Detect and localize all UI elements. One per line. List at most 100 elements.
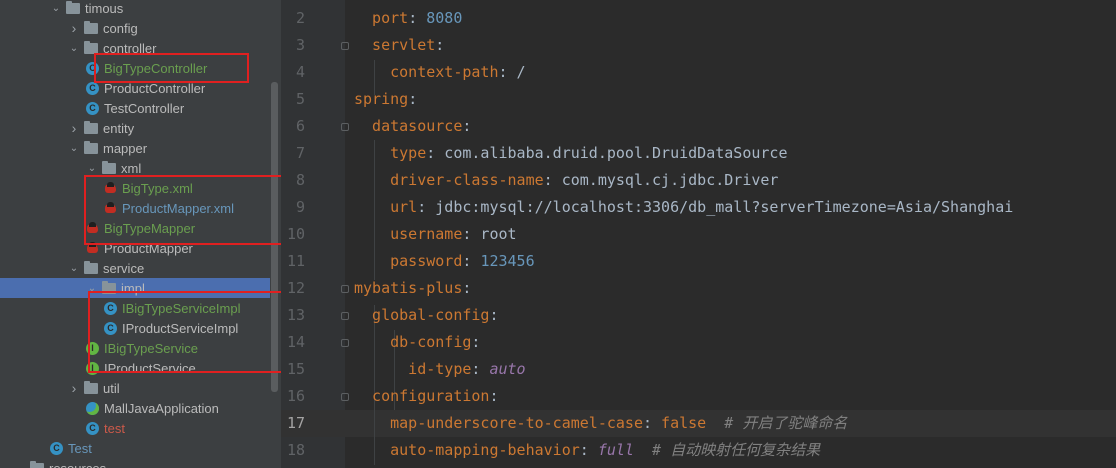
tree-item-label: impl xyxy=(121,280,145,296)
fold-marker-icon[interactable] xyxy=(341,123,349,131)
code-token: db-config xyxy=(354,333,472,351)
line-number: 9 xyxy=(295,198,305,216)
code-token: password xyxy=(354,252,463,270)
chevron-right-icon[interactable]: › xyxy=(68,120,80,136)
code-token: : xyxy=(489,387,499,405)
code-line[interactable]: password: 123456 xyxy=(354,248,535,275)
code-token: id-type xyxy=(354,360,472,378)
fold-marker-icon[interactable] xyxy=(341,42,349,50)
spring-app-icon xyxy=(86,401,99,415)
folder-icon xyxy=(84,20,98,34)
code-token: : xyxy=(408,9,427,27)
tree-item-label: MallJavaApplication xyxy=(104,400,219,416)
tree-item-config[interactable]: › config xyxy=(0,18,270,38)
folder-icon xyxy=(84,140,98,154)
project-tree: ⌄ timous › config ⌄ controller C BigTypeControl… xyxy=(0,0,281,468)
folder-icon xyxy=(30,460,44,468)
chevron-right-icon[interactable]: › xyxy=(68,380,80,396)
line-number: 17 xyxy=(286,414,305,432)
tree-item-label: entity xyxy=(103,120,135,136)
code-line[interactable]: context-path: / xyxy=(354,59,525,86)
tree-item-iproductservice[interactable]: I IProductService xyxy=(0,358,270,378)
code-line[interactable]: map-underscore-to-camel-case: false # 开启… xyxy=(354,410,847,437)
code-token: : root xyxy=(462,225,517,243)
code-token: : xyxy=(471,333,481,351)
fold-marker-icon[interactable] xyxy=(341,393,349,401)
tree-item-bigtypecontroller[interactable]: C BigTypeController xyxy=(0,58,270,78)
code-line[interactable]: db-config: xyxy=(354,329,480,356)
tree-item-controller[interactable]: ⌄ controller xyxy=(0,38,270,58)
code-token: false xyxy=(661,414,707,432)
code-line[interactable]: auto-mapping-behavior: full # 自动映射任何复杂结果 xyxy=(354,437,820,464)
mybatis-xml-icon xyxy=(104,182,117,194)
tree-item-testcontroller[interactable]: C TestController xyxy=(0,98,270,118)
folder-icon xyxy=(84,40,98,54)
tree-item-productmapper-xml[interactable]: ProductMapper.xml xyxy=(0,198,270,218)
folder-icon xyxy=(102,280,116,294)
tree-item-test[interactable]: Ctest xyxy=(0,418,270,438)
tree-item-test[interactable]: C Test xyxy=(0,438,270,458)
fold-marker-icon[interactable] xyxy=(341,312,349,320)
tree-item-malljavaapplication[interactable]: MallJavaApplication xyxy=(0,398,270,418)
tree-item-label: BigTypeController xyxy=(104,60,208,76)
code-line[interactable]: datasource: xyxy=(354,113,471,140)
tree-scrollbar[interactable] xyxy=(271,82,278,392)
tree-item-entity[interactable]: › entity xyxy=(0,118,270,138)
class-icon: C xyxy=(86,61,99,75)
code-token: username xyxy=(354,225,463,243)
tree-item-service[interactable]: ⌄ service xyxy=(0,258,270,278)
code-token: : xyxy=(579,441,598,459)
tree-item-impl[interactable]: ⌄ impl xyxy=(0,278,270,298)
code-line[interactable]: driver-class-name: com.mysql.cj.jdbc.Dri… xyxy=(354,167,778,194)
code-line[interactable]: id-type: auto xyxy=(354,356,525,383)
class-icon: C xyxy=(104,321,117,335)
code-line[interactable]: global-config: xyxy=(354,302,498,329)
code-line[interactable]: configuration: xyxy=(354,383,499,410)
tree-item-label: TestController xyxy=(104,100,185,116)
code-token: servlet xyxy=(354,36,436,54)
chevron-down-icon[interactable]: ⌄ xyxy=(68,43,80,54)
class-icon: C xyxy=(86,81,99,95)
code-line[interactable]: url: jdbc:mysql://localhost:3306/db_mall… xyxy=(354,194,1013,221)
chevron-right-icon[interactable]: › xyxy=(68,20,80,36)
class-icon: C xyxy=(104,301,117,315)
code-line[interactable]: username: root xyxy=(354,221,517,248)
line-number: 16 xyxy=(286,387,305,405)
tree-item-timous[interactable]: ⌄ timous xyxy=(0,0,270,18)
code-token: : com.alibaba.druid.pool.DruidDataSource xyxy=(426,144,788,162)
chevron-down-icon[interactable]: ⌄ xyxy=(68,263,80,274)
code-token: port xyxy=(354,9,409,27)
chevron-down-icon[interactable]: ⌄ xyxy=(86,283,98,294)
line-number: 13 xyxy=(286,306,305,324)
tree-item-ibigtypeserviceimpl[interactable]: C IBigTypeServiceImpl xyxy=(0,298,270,318)
line-number: 6 xyxy=(295,117,305,135)
chevron-down-icon[interactable]: ⌄ xyxy=(86,163,98,174)
fold-marker-icon[interactable] xyxy=(341,285,349,293)
tree-item-iproductserviceimpl[interactable]: C IProductServiceImpl xyxy=(0,318,270,338)
tree-item-util[interactable]: › util xyxy=(0,378,270,398)
code-token: configuration xyxy=(354,387,490,405)
tree-item-productmapper[interactable]: ProductMapper xyxy=(0,238,270,258)
code-line[interactable]: type: com.alibaba.druid.pool.DruidDataSo… xyxy=(354,140,787,167)
line-number: 4 xyxy=(295,63,305,81)
chevron-down-icon[interactable]: ⌄ xyxy=(14,463,26,468)
code-line[interactable]: spring: xyxy=(354,86,417,113)
tree-item-productcontroller[interactable]: C ProductController xyxy=(0,78,270,98)
tree-item-bigtype-xml[interactable]: BigType.xml xyxy=(0,178,270,198)
code-token: # 自动映射任何复杂结果 xyxy=(633,441,821,459)
tree-item-ibigtypeservice[interactable]: I IBigTypeService xyxy=(0,338,270,358)
tree-item-xml[interactable]: ⌄ xml xyxy=(0,158,270,178)
chevron-down-icon[interactable]: ⌄ xyxy=(50,3,62,14)
fold-marker-icon[interactable] xyxy=(341,339,349,347)
tree-item-resources[interactable]: ⌄ resources xyxy=(0,458,270,468)
chevron-down-icon[interactable]: ⌄ xyxy=(68,143,80,154)
tree-item-label: resources xyxy=(49,460,107,468)
code-line[interactable]: servlet: xyxy=(354,32,444,59)
code-line[interactable]: mybatis-plus: xyxy=(354,275,471,302)
tree-item-bigtypemapper[interactable]: BigTypeMapper xyxy=(0,218,270,238)
folder-icon xyxy=(66,0,80,14)
tree-item-mapper[interactable]: ⌄ mapper xyxy=(0,138,270,158)
class-icon: C xyxy=(50,441,63,455)
interface-icon: I xyxy=(86,341,99,355)
code-line[interactable]: port: 8080 xyxy=(354,5,462,32)
